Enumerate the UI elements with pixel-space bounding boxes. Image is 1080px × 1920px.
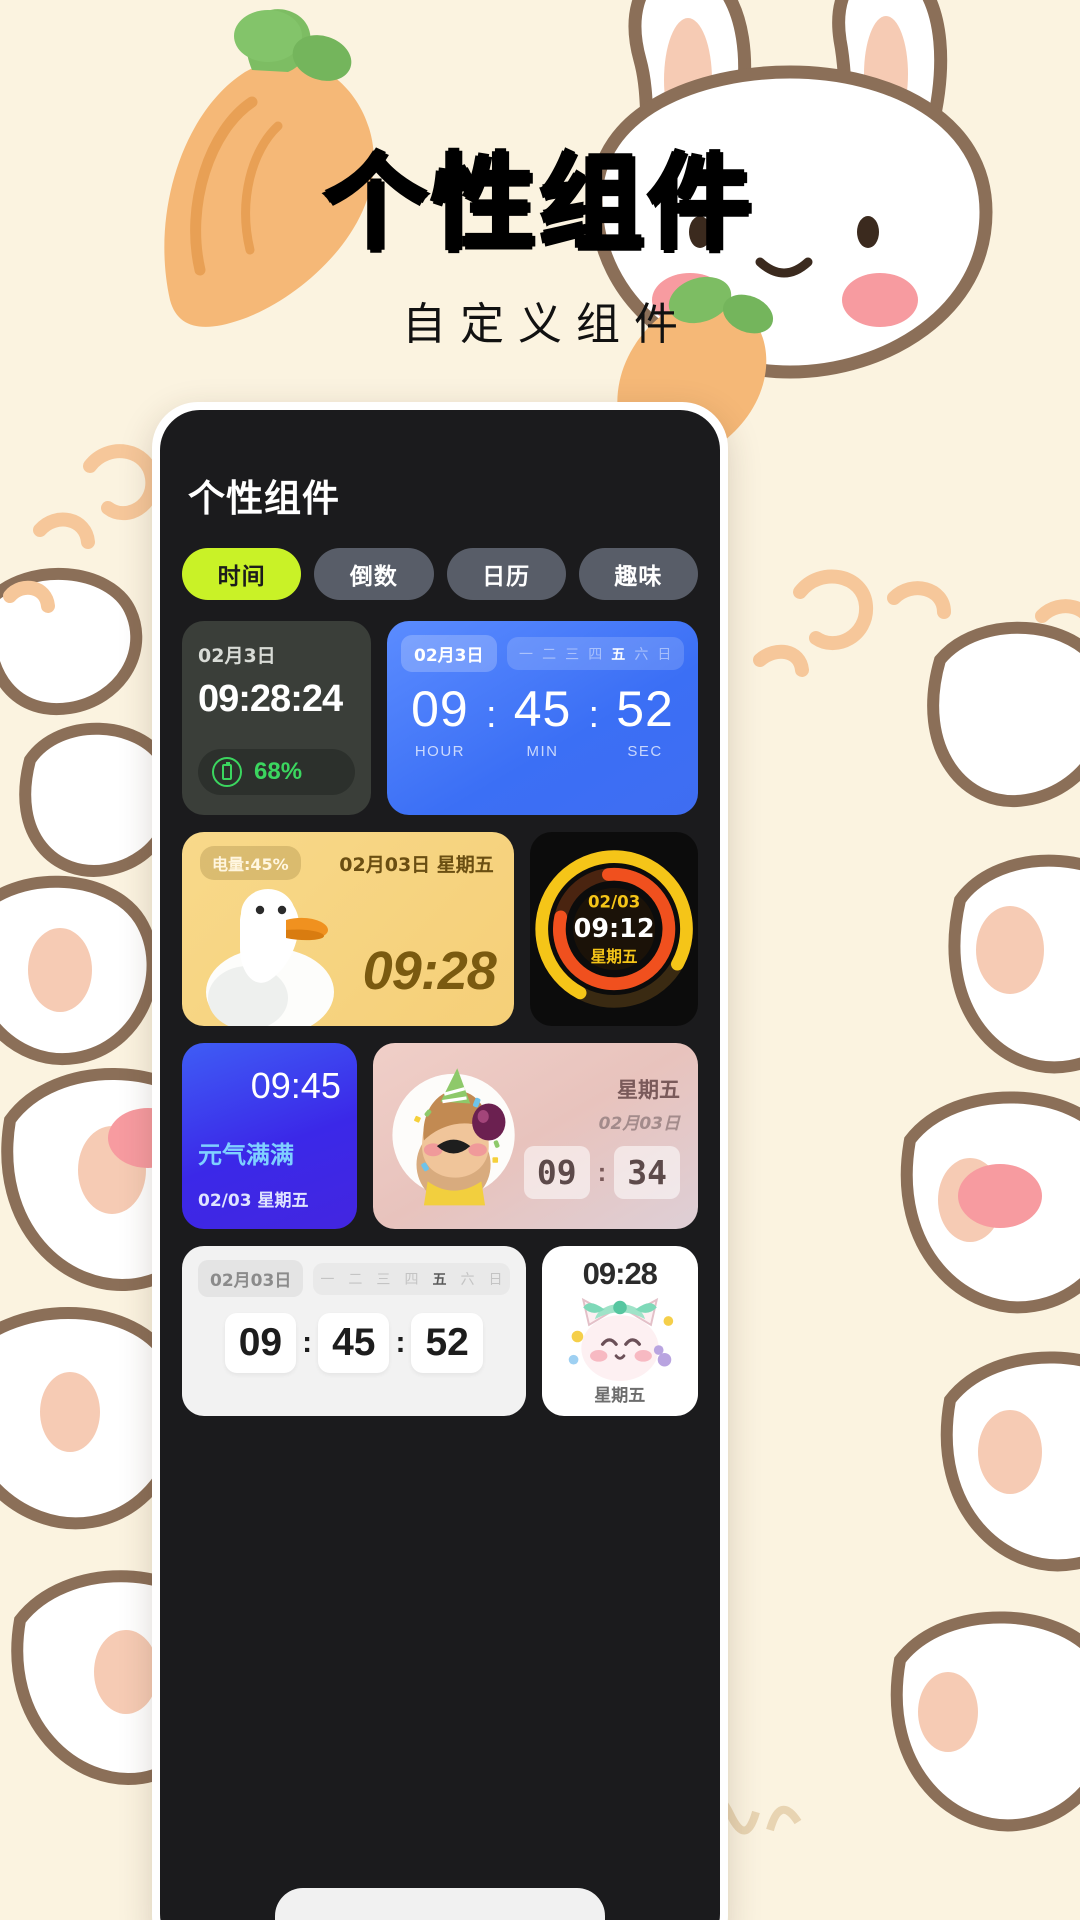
app-screen: 个性组件 时间 倒数 日历 趣味 02月3日 09:28:24 68% 02月3…	[160, 410, 720, 1920]
min-label: MIN	[526, 743, 559, 760]
sec-column: 52 SEC	[607, 684, 683, 760]
hour-value: 09	[523, 1145, 590, 1199]
widget-time: 09:28:24	[198, 678, 343, 720]
widget-row: 02月03日 一 二 三 四 五 六 日 09 : 45: 52 09:28 …	[182, 1246, 698, 1416]
ring-time: 09:12	[573, 913, 654, 943]
bottom-sheet-handle[interactable]	[275, 1888, 605, 1920]
widget-date: 02月3日	[198, 645, 276, 667]
widget-date-chip: 02月03日	[198, 1260, 304, 1297]
tab-fun[interactable]: 趣味	[578, 548, 698, 600]
sec-label: SEC	[627, 743, 663, 760]
widget-white-clock[interactable]: 02月03日 一 二 三 四 五 六 日 09 : 45: 52	[182, 1246, 526, 1416]
widget-time: 09 : 45 : 52	[198, 1313, 510, 1373]
widget-time: 09:28	[582, 1256, 658, 1291]
ring-date: 02/03	[588, 892, 640, 911]
tab-label: 趣味	[614, 564, 663, 590]
tab-label: 时间	[217, 564, 266, 590]
sec-value: 52	[411, 1313, 483, 1373]
weekday: 四	[588, 646, 603, 663]
widget-blue-clock[interactable]: 02月3日 一 二 三 四 五 六 日 09 HOUR: 45 MIN: 5…	[387, 621, 698, 815]
weekday: 一	[320, 1271, 335, 1288]
widget-row: 电量:45% 02月03日 星期五 09:28 02/03 09:12 星期五	[182, 832, 698, 1026]
widget-pink-clock[interactable]: 星期五 02月03日 09 : 34	[372, 1043, 698, 1229]
cat-illustration	[568, 1297, 674, 1381]
separator: :	[395, 1326, 406, 1359]
widget-cat-clock[interactable]: 09:28 星期五	[541, 1246, 698, 1416]
widget-ring-clock[interactable]: 02/03 09:12 星期五	[529, 832, 698, 1026]
battery-pill: 68%	[198, 749, 355, 795]
tab-countdown[interactable]: 倒数	[314, 548, 434, 600]
separator: :	[485, 694, 497, 736]
separator: :	[588, 694, 600, 736]
weekday: 日	[657, 646, 672, 663]
battery-icon	[212, 757, 242, 787]
separator: :	[302, 1326, 313, 1359]
widget-time: 09:45	[250, 1065, 341, 1106]
widget-dark-clock[interactable]: 02月3日 09:28:24 68%	[182, 621, 371, 815]
sec-value: 52	[616, 681, 674, 737]
widget-duck-clock[interactable]: 电量:45% 02月03日 星期五 09:28	[182, 832, 514, 1026]
widget-time: 09 : 34	[523, 1145, 680, 1199]
weekday-active: 五	[432, 1271, 447, 1288]
app-title: 个性组件	[188, 477, 340, 520]
widget-row: 02月3日 09:28:24 68% 02月3日 一 二 三 四 五 六 日 0…	[182, 621, 698, 815]
weekday: 三	[565, 646, 580, 663]
widget-time: 09:28	[362, 941, 497, 1001]
hour-column: 09 HOUR	[402, 684, 478, 760]
widget-header: 02月3日 一 二 三 四 五 六 日	[401, 635, 684, 672]
phone-mockup: 个性组件 时间 倒数 日历 趣味 02月3日 09:28:24 68% 02月3…	[152, 402, 728, 1920]
weekday: 一	[519, 646, 534, 663]
party-girl-illustration	[392, 1068, 515, 1206]
min-value: 34	[614, 1145, 680, 1199]
weekday: 四	[404, 1271, 419, 1288]
min-column: 45 MIN	[505, 684, 581, 760]
tab-label: 倒数	[349, 564, 398, 590]
weekday: 二	[542, 646, 557, 663]
widget-date: 02月03日 星期五	[339, 854, 494, 876]
pink-clock-panel: 星期五 02月03日 09 : 34	[523, 1055, 686, 1217]
ring-weekday: 星期五	[590, 947, 637, 966]
weekday: 日	[488, 1271, 503, 1288]
category-tabs: 时间 倒数 日历 趣味	[182, 548, 698, 600]
ring-clock-graphic: 02/03 09:12 星期五	[535, 850, 693, 1008]
widget-gradient-clock[interactable]: 09:45 元气满满 02/03 星期五	[182, 1043, 357, 1229]
min-value: 45	[513, 681, 572, 737]
widget-weekday: 星期五	[594, 1386, 646, 1406]
weekday-strip: 一 二 三 四 五 六 日	[313, 1262, 510, 1295]
weekday-active: 五	[611, 646, 626, 663]
weekday: 六	[634, 646, 649, 663]
tab-time[interactable]: 时间	[182, 548, 302, 600]
poster-header: 个性组件 自定义组件	[0, 0, 1080, 352]
page-subtitle: 自定义组件	[402, 299, 692, 350]
separator: :	[597, 1156, 607, 1187]
hour-value: 09	[411, 681, 469, 737]
widget-date: 02月03日	[598, 1113, 680, 1134]
widget-header: 02月03日 一 二 三 四 五 六 日	[198, 1260, 510, 1297]
weekday-strip: 一 二 三 四 五 六 日	[506, 637, 684, 670]
weekday: 三	[376, 1271, 391, 1288]
widget-slogan: 元气满满	[198, 1141, 294, 1169]
hour-label: HOUR	[414, 743, 466, 760]
battery-percent: 68%	[254, 758, 303, 785]
page-title: 个性组件	[323, 143, 756, 265]
widget-date: 02/03 星期五	[198, 1191, 309, 1211]
battery-chip: 电量:45%	[200, 846, 301, 880]
tab-calendar[interactable]: 日历	[446, 548, 566, 600]
duck-illustration	[206, 889, 334, 1026]
widget-date-chip: 02月3日	[401, 635, 497, 672]
widget-grid: 02月3日 09:28:24 68% 02月3日 一 二 三 四 五 六 日 0…	[182, 621, 698, 1416]
weekday: 二	[348, 1271, 363, 1288]
widget-row: 09:45 元气满满 02/03 星期五 星期五 02月03日 09: 34	[182, 1043, 698, 1229]
widget-time: 09 HOUR : 45 MIN : 52 SEC	[401, 684, 684, 760]
weekday: 六	[460, 1271, 475, 1288]
min-value: 45	[318, 1313, 390, 1373]
widget-weekday: 星期五	[617, 1077, 680, 1102]
tab-label: 日历	[482, 564, 531, 590]
hour-value: 09	[224, 1313, 297, 1373]
